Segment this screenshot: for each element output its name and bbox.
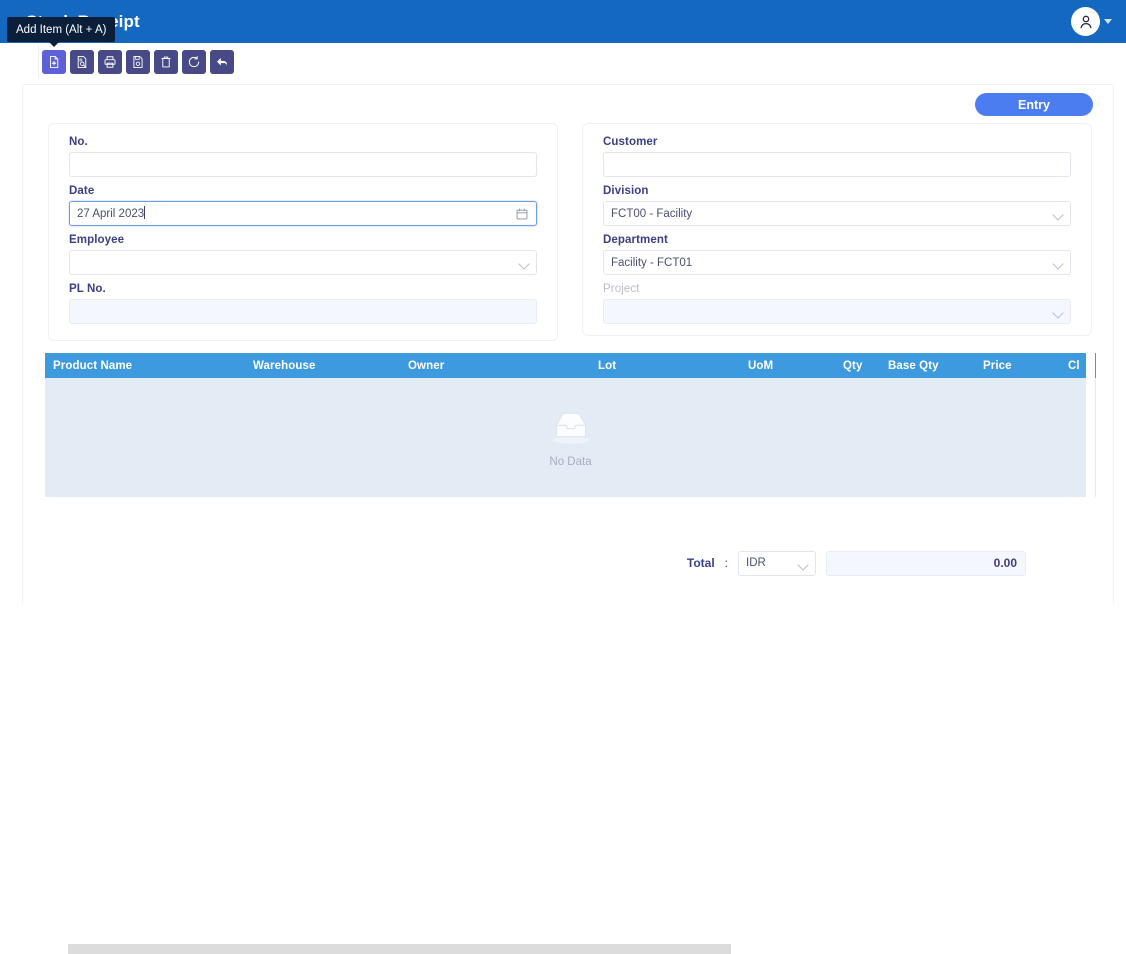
form-panel-right: Customer Division FCT00 - Facility Depar… [582, 123, 1092, 336]
toolbar-divider [38, 45, 39, 78]
table-vertical-scrollbar[interactable] [1086, 353, 1095, 515]
chevron-down-icon[interactable] [1104, 19, 1112, 24]
table-column-header[interactable]: UoM [740, 360, 835, 372]
field-department-label: Department [603, 234, 668, 246]
table-column-header[interactable]: Product Name [45, 360, 245, 372]
field-date: Date 27 April 2023 [69, 185, 537, 226]
items-table: Product Name Warehouse Owner Lot UoM Qty Base … [45, 353, 1096, 515]
chevron-down-icon[interactable] [797, 558, 809, 571]
field-date-value: 27 April 2023 [77, 206, 146, 220]
table-column-header[interactable]: Base Qty [880, 360, 975, 372]
total-row: Total : IDR 0.00 [45, 543, 1096, 583]
field-customer: Customer [603, 136, 1071, 177]
entry-button[interactable]: Entry [975, 93, 1093, 116]
field-no-control[interactable] [69, 152, 537, 177]
header-user-area[interactable] [1071, 0, 1112, 43]
field-project: Project [603, 283, 1071, 324]
toolbar [42, 50, 234, 74]
table-column-header[interactable]: Lot [590, 360, 740, 372]
save-button[interactable] [126, 50, 150, 74]
field-division-control[interactable]: FCT00 - Facility [603, 201, 1071, 226]
field-customer-label: Customer [603, 136, 658, 148]
field-division-value: FCT00 - Facility [611, 208, 693, 220]
tooltip: Add Item (Alt + A) [7, 17, 116, 42]
calendar-icon[interactable] [515, 207, 529, 224]
currency-select[interactable]: IDR [738, 550, 816, 576]
browse-button[interactable] [70, 50, 94, 74]
table-column-header[interactable]: Price [975, 360, 1060, 372]
form-panel-left: No. Date 27 April 2023 Employee PL No. [48, 123, 558, 341]
table-horizontal-scroll-thumb[interactable] [68, 944, 731, 954]
field-no: No. [69, 136, 537, 177]
tooltip-arrow [48, 41, 60, 47]
delete-button[interactable] [154, 50, 178, 74]
table-empty-text: No Data [549, 456, 592, 468]
back-button[interactable] [210, 50, 234, 74]
currency-value: IDR [746, 557, 766, 569]
field-customer-control[interactable] [603, 152, 1071, 177]
inbox-tray-icon [545, 407, 597, 450]
field-department: Department Facility - FCT01 [603, 234, 1071, 275]
field-date-control[interactable]: 27 April 2023 [69, 201, 537, 226]
add-item-button[interactable] [42, 50, 66, 74]
field-customer-value [604, 153, 1070, 176]
field-division-label: Division [603, 185, 649, 197]
field-pl-no-control [69, 299, 537, 324]
table-column-header[interactable]: Owner [400, 360, 590, 372]
field-no-value [70, 153, 536, 176]
text-cursor [144, 206, 146, 219]
field-pl-no-label: PL No. [69, 283, 106, 295]
print-button[interactable] [98, 50, 122, 74]
field-employee: Employee [69, 234, 537, 275]
field-date-label: Date [69, 185, 95, 197]
field-pl-no: PL No. [69, 283, 537, 324]
total-amount: 0.00 [826, 550, 1026, 576]
content-card: Entry No. Date 27 April 2023 Employee PL… [22, 84, 1114, 954]
field-department-control[interactable]: Facility - FCT01 [603, 250, 1071, 275]
field-division: Division FCT00 - Facility [603, 185, 1071, 226]
field-no-label: No. [69, 136, 88, 148]
table-header-row: Product Name Warehouse Owner Lot UoM Qty Base … [45, 353, 1096, 378]
field-project-control [603, 299, 1071, 324]
table-column-header[interactable]: Qty [835, 360, 880, 372]
table-empty-state: No Data [45, 378, 1096, 497]
entry-toolbar: Entry [975, 93, 1093, 116]
field-employee-value [70, 251, 536, 274]
total-separator: : [724, 556, 728, 570]
field-pl-no-value [70, 300, 536, 323]
avatar[interactable] [1071, 7, 1100, 36]
field-project-value [604, 300, 1070, 323]
refresh-button[interactable] [182, 50, 206, 74]
field-employee-control[interactable] [69, 250, 537, 275]
total-label: Total [686, 556, 715, 570]
table-column-header[interactable]: Warehouse [245, 360, 400, 372]
form-panels: No. Date 27 April 2023 Employee PL No. C… [48, 123, 1093, 341]
table-horizontal-scrollbar[interactable] [45, 514, 1096, 954]
field-department-value: Facility - FCT01 [611, 257, 693, 269]
app-header: Stock Receipt [0, 0, 1126, 43]
field-employee-label: Employee [69, 234, 125, 246]
field-project-label: Project [603, 283, 640, 295]
